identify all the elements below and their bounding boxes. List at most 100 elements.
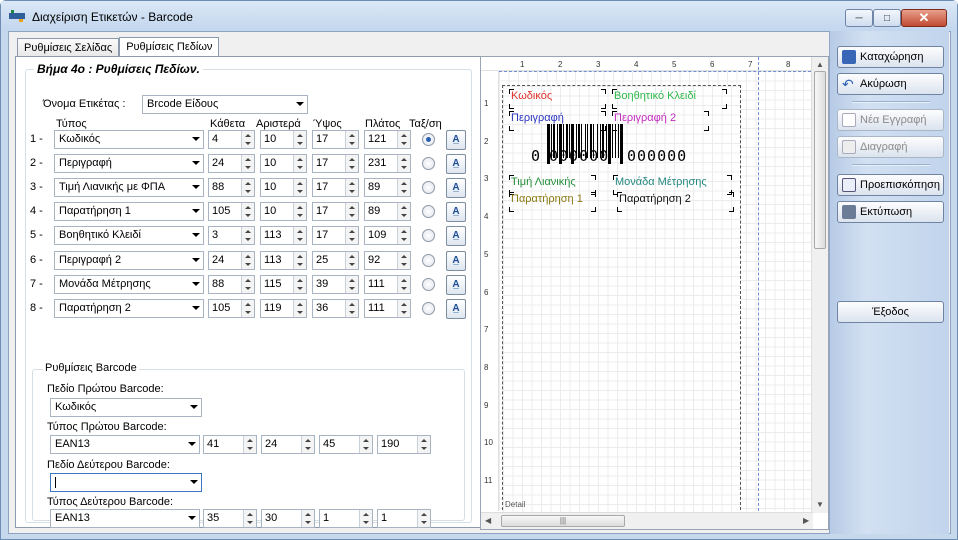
ruler-left: 1 2 3 4 5 6 7 8 9 10 11 (481, 71, 499, 511)
field-height-spinner[interactable]: 17 (312, 178, 359, 197)
field-sort-radio[interactable] (422, 254, 435, 267)
delete-button[interactable]: Διαγραφή (837, 136, 944, 158)
field-height-spinner[interactable]: 36 (312, 299, 359, 318)
field-sort-radio[interactable] (422, 133, 435, 146)
field-left-spinner[interactable]: 113 (260, 251, 307, 270)
designer-field-perigrafi2[interactable]: Περιγραφή 2 (614, 112, 676, 124)
field-sort-radio[interactable] (422, 229, 435, 242)
second-barcode-field-caption: Πεδίο Δεύτερου Barcode: (47, 459, 170, 471)
preview-button[interactable]: Προεπισκόπηση (837, 174, 944, 196)
field-vertical-spinner[interactable]: 24 (208, 154, 255, 173)
field-height-spinner[interactable]: 25 (312, 251, 359, 270)
cancel-button[interactable]: ↶ Ακύρωση (837, 73, 944, 95)
field-left-spinner[interactable]: 10 (260, 130, 307, 149)
field-height-spinner[interactable]: 17 (312, 226, 359, 245)
font-settings-button[interactable]: A̲ (446, 178, 466, 198)
field-sort-radio[interactable] (422, 302, 435, 315)
designer-field-kodikos[interactable]: Κωδικός (511, 90, 552, 102)
second-barcode-height-spinner[interactable]: 1 (319, 509, 373, 528)
label-name-select[interactable]: Brcode Είδους (142, 95, 308, 114)
title-bar: Διαχείριση Ετικετών - Barcode ─ □ ✕ (1, 1, 957, 31)
designer-field-voithitiko[interactable]: Βοηθητικό Κλειδί (614, 90, 696, 102)
scroll-thumb-horizontal[interactable]: ||| (501, 515, 625, 527)
field-type-select[interactable]: Παρατήρηση 2 (54, 299, 204, 318)
second-barcode-width-spinner[interactable]: 1 (377, 509, 431, 528)
field-row-number: 1 - (30, 133, 43, 145)
field-vertical-spinner[interactable]: 4 (208, 130, 255, 149)
field-sort-radio[interactable] (422, 181, 435, 194)
field-height-spinner[interactable]: 17 (312, 202, 359, 221)
field-height-spinner[interactable]: 39 (312, 275, 359, 294)
field-width-spinner[interactable]: 89 (364, 178, 411, 197)
field-type-select[interactable]: Περιγραφή (54, 154, 204, 173)
field-width-spinner[interactable]: 92 (364, 251, 411, 270)
second-barcode-vertical-spinner[interactable]: 35 (203, 509, 257, 528)
new-record-button[interactable]: Νέα Εγγραφή (837, 109, 944, 131)
field-type-select[interactable]: Τιμή Λιανικής με ΦΠΑ (54, 178, 204, 197)
first-barcode-height-spinner[interactable]: 45 (319, 435, 373, 454)
first-barcode-left-spinner[interactable]: 24 (261, 435, 315, 454)
field-width-spinner[interactable]: 231 (364, 154, 411, 173)
field-vertical-spinner[interactable]: 105 (208, 299, 255, 318)
field-left-spinner[interactable]: 113 (260, 226, 307, 245)
designer-horizontal-scrollbar[interactable]: ◀ ||| ▶ (481, 512, 813, 529)
designer-field-paratirisi1[interactable]: Παρατήρηση 1 (511, 193, 583, 205)
designer-field-monada[interactable]: Μονάδα Μέτρησης (615, 176, 707, 188)
minimize-button[interactable]: ─ (845, 9, 873, 27)
ruler-tick: 3 (484, 174, 489, 184)
field-type-select[interactable]: Κωδικός (54, 130, 204, 149)
field-type-select[interactable]: Μονάδα Μέτρησης (54, 275, 204, 294)
field-height-spinner[interactable]: 17 (312, 130, 359, 149)
second-barcode-left-spinner[interactable]: 30 (261, 509, 315, 528)
font-settings-button[interactable]: A̲ (446, 226, 466, 246)
field-type-select[interactable]: Παρατήρηση 1 (54, 202, 204, 221)
font-settings-button[interactable]: A̲ (446, 202, 466, 222)
field-vertical-spinner[interactable]: 88 (208, 275, 255, 294)
field-left-spinner[interactable]: 10 (260, 178, 307, 197)
first-barcode-field-select[interactable]: Κωδικός (50, 398, 202, 417)
field-left-spinner[interactable]: 10 (260, 154, 307, 173)
field-vertical-spinner[interactable]: 105 (208, 202, 255, 221)
font-settings-button[interactable]: A̲ (446, 251, 466, 271)
font-icon: A̲ (452, 255, 460, 266)
field-sort-radio[interactable] (422, 157, 435, 170)
field-width-spinner[interactable]: 89 (364, 202, 411, 221)
field-width-spinner[interactable]: 109 (364, 226, 411, 245)
field-sort-radio[interactable] (422, 205, 435, 218)
field-width-spinner[interactable]: 111 (364, 275, 411, 294)
save-button[interactable]: Καταχώρηση (837, 46, 944, 68)
font-settings-button[interactable]: A̲ (446, 299, 466, 319)
designer-field-timi[interactable]: Τιμή Λιανικής (511, 176, 576, 188)
field-left-spinner[interactable]: 115 (260, 275, 307, 294)
field-left-spinner[interactable]: 119 (260, 299, 307, 318)
field-width-spinner[interactable]: 121 (364, 130, 411, 149)
first-barcode-type-select[interactable]: EAN13 (50, 435, 200, 454)
label-designer[interactable]: 1 2 3 4 5 6 7 8 1 2 3 4 5 6 7 8 9 10 11 Κωδικός Βοηθητικό … (480, 56, 829, 530)
designer-field-perigrafi[interactable]: Περιγραφή (511, 112, 564, 124)
first-barcode-width-spinner[interactable]: 190 (377, 435, 431, 454)
field-height-spinner[interactable]: 17 (312, 154, 359, 173)
field-left-spinner[interactable]: 10 (260, 202, 307, 221)
exit-button[interactable]: Έξοδος (837, 301, 944, 323)
field-type-select[interactable]: Βοηθητικό Κλειδί (54, 226, 204, 245)
print-button[interactable]: Εκτύπωση (837, 201, 944, 223)
close-button[interactable]: ✕ (901, 9, 947, 27)
font-settings-button[interactable]: A̲ (446, 130, 466, 150)
field-vertical-spinner[interactable]: 24 (208, 251, 255, 270)
field-type-select[interactable]: Περιγραφή 2 (54, 251, 204, 270)
field-vertical-spinner[interactable]: 88 (208, 178, 255, 197)
field-width-spinner[interactable]: 111 (364, 299, 411, 318)
tab-page-settings[interactable]: Ρυθμίσεις Σελίδας (17, 38, 120, 58)
designer-vertical-scrollbar[interactable]: ▲ ▼ (811, 57, 828, 513)
field-sort-radio[interactable] (422, 278, 435, 291)
designer-field-paratirisi2[interactable]: Παρατήρηση 2 (619, 193, 691, 205)
second-barcode-type-select[interactable]: EAN13 (50, 509, 200, 528)
font-settings-button[interactable]: A̲ (446, 275, 466, 295)
maximize-button[interactable]: □ (873, 9, 901, 27)
second-barcode-field-select[interactable] (50, 473, 202, 492)
ruler-tick: 4 (484, 212, 489, 222)
scroll-thumb-vertical[interactable] (814, 71, 826, 249)
first-barcode-vertical-spinner[interactable]: 41 (203, 435, 257, 454)
field-vertical-spinner[interactable]: 3 (208, 226, 255, 245)
font-settings-button[interactable]: A̲ (446, 154, 466, 174)
